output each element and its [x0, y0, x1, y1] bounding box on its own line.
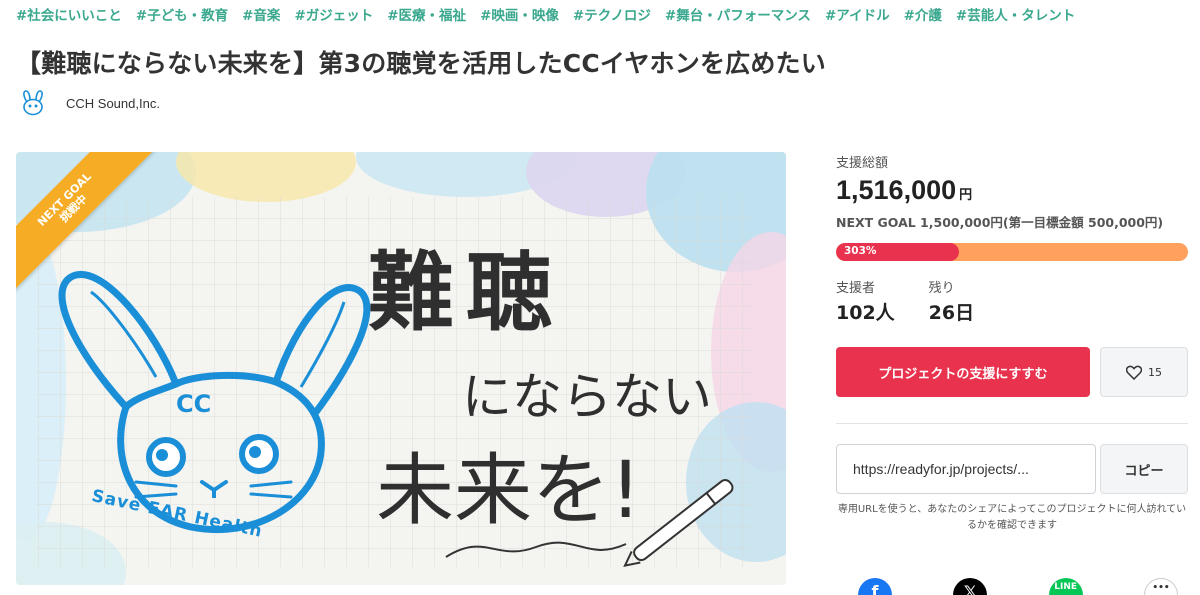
- category-tag[interactable]: #テクノロジ: [573, 4, 651, 24]
- next-goal-text: NEXT GOAL 1,500,000円(第一目標金額 500,000円): [836, 215, 1164, 230]
- more-icon[interactable]: •••: [1143, 578, 1178, 595]
- owner-name[interactable]: CCH Sound,Inc.: [66, 96, 160, 111]
- category-tag[interactable]: #子ども・教育: [136, 4, 228, 24]
- remaining-value: 26日: [928, 302, 975, 324]
- category-tag[interactable]: #芸能人・タレント: [956, 4, 1075, 24]
- owner-info[interactable]: CCH Sound,Inc.: [16, 86, 160, 120]
- divider: [836, 423, 1188, 424]
- category-tag[interactable]: #ガジェット: [294, 4, 373, 24]
- hero-headline-2: にならない: [462, 368, 712, 426]
- x-icon[interactable]: 𝕏: [953, 578, 988, 595]
- owner-avatar[interactable]: [16, 86, 50, 120]
- project-title: 【難聴にならない未来を】第3の聴覚を活用したCCイヤホンを広めたい: [16, 49, 826, 78]
- category-tag[interactable]: #介護: [904, 4, 942, 24]
- category-tag[interactable]: #社会にいいこと: [16, 4, 122, 24]
- supporters-label: 支援者: [836, 281, 876, 296]
- currency-unit: 円: [959, 188, 973, 203]
- supporters-stat: 支援者 102人: [836, 277, 895, 325]
- hero-headline-3: 未来を!: [376, 446, 642, 536]
- share-url-field[interactable]: https://readyfor.jp/projects/...: [836, 444, 1096, 494]
- next-goal-ribbon: NEXT GOAL 挑戦中: [16, 152, 168, 304]
- total-amount: 1,516,000: [836, 175, 957, 205]
- remaining-label: 残り: [928, 281, 955, 296]
- progress-bar: 303%: [836, 243, 1188, 261]
- favorite-button[interactable]: 15: [1100, 347, 1188, 397]
- category-tag[interactable]: #音楽: [242, 4, 280, 24]
- category-tag[interactable]: #舞台・パフォーマンス: [665, 4, 811, 24]
- supporters-value: 102人: [836, 302, 895, 324]
- project-main-image[interactable]: CC Save EAR Health 難聴 にならない 未来を! NEXT GO…: [16, 152, 786, 585]
- total-label: 支援総額: [836, 156, 889, 171]
- remaining-stat: 残り 26日: [929, 277, 974, 325]
- social-share-icons: f 𝕏 LINE •••: [858, 578, 1178, 595]
- heart-icon: [1126, 365, 1142, 380]
- category-tag[interactable]: #医療・福祉: [387, 4, 466, 24]
- logo-initials: CC: [176, 390, 212, 418]
- category-tag[interactable]: #映画・映像: [480, 4, 559, 24]
- facebook-icon[interactable]: f: [858, 578, 892, 595]
- support-project-button[interactable]: プロジェクトの支援にすすむ: [836, 347, 1090, 397]
- share-note: 専用URLを使うと、あなたのシェアによってこのプロジェクトに何人訪れているかを確…: [837, 504, 1187, 531]
- copy-url-button[interactable]: コピー: [1100, 444, 1188, 494]
- rabbit-logo-icon: [23, 90, 43, 116]
- hero-headline-1: 難聴: [368, 242, 564, 343]
- tag-list: #社会にいいこと #子ども・教育 #音楽 #ガジェット #医療・福祉 #映画・映像 #テクノ…: [16, 4, 1089, 24]
- funding-panel: 支援総額 1,516,000 円 NEXT GOAL 1,500,000円(第一…: [836, 152, 1188, 534]
- category-tag[interactable]: #アイドル: [825, 4, 890, 24]
- progress-percent: 303%: [844, 245, 877, 257]
- favorite-count: 15: [1148, 365, 1162, 379]
- line-icon[interactable]: LINE: [1048, 578, 1083, 595]
